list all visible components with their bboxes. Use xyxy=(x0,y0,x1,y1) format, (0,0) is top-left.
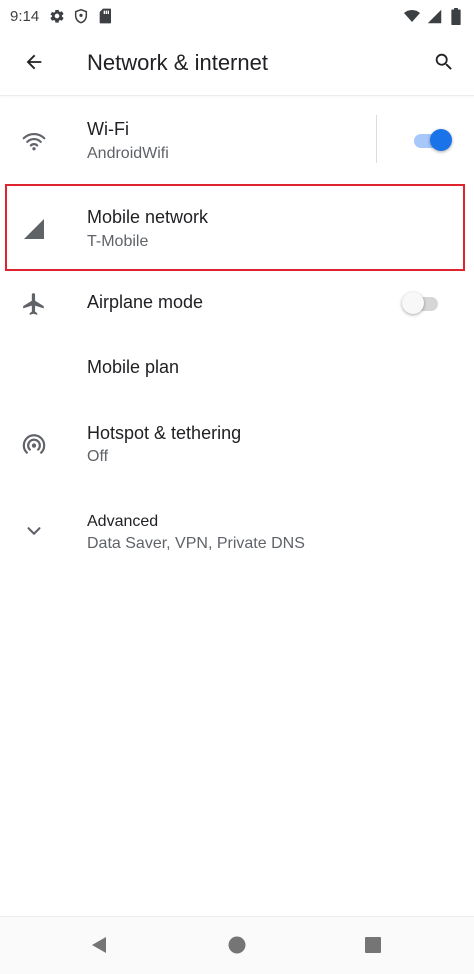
wifi-icon xyxy=(18,125,50,157)
mobile-plan-setting[interactable]: Mobile plan xyxy=(0,337,474,401)
mobile-plan-title: Mobile plan xyxy=(87,357,180,377)
home-circle-icon xyxy=(227,935,247,960)
mobile-network-subtitle: T-Mobile xyxy=(87,233,149,250)
shield-icon xyxy=(73,8,89,24)
arrow-back-icon xyxy=(23,51,45,78)
airplane-mode-title: Airplane mode xyxy=(87,292,204,312)
gear-icon xyxy=(49,8,65,24)
nav-recents-button[interactable] xyxy=(359,933,387,961)
status-left-icons xyxy=(49,8,113,24)
advanced-title: Advanced xyxy=(87,513,159,530)
search-icon xyxy=(433,51,455,78)
nav-home-button[interactable] xyxy=(223,933,251,961)
sd-card-icon xyxy=(97,8,113,24)
chevron-down-icon xyxy=(18,515,50,547)
status-time: 9:14 xyxy=(10,7,40,25)
recents-square-icon xyxy=(363,935,383,960)
hotspot-setting[interactable]: Hotspot & tethering Off xyxy=(0,401,474,485)
cell-signal-icon xyxy=(426,8,442,24)
back-triangle-icon xyxy=(89,935,109,960)
airplane-mode-toggle[interactable] xyxy=(402,291,442,315)
mobile-network-setting[interactable]: Mobile network T-Mobile xyxy=(0,185,474,271)
advanced-subtitle: Data Saver, VPN, Private DNS xyxy=(87,535,305,552)
battery-icon xyxy=(448,7,464,25)
airplane-icon xyxy=(18,288,50,320)
status-bar: 9:14 xyxy=(0,0,474,32)
advanced-setting[interactable]: Advanced Data Saver, VPN, Private DNS xyxy=(0,489,474,573)
navigation-bar xyxy=(0,916,474,974)
hotspot-title: Hotspot & tethering xyxy=(87,423,242,443)
cell-signal-icon xyxy=(18,213,50,245)
hotspot-subtitle: Off xyxy=(87,448,109,465)
status-right-icons xyxy=(404,7,464,25)
mobile-network-title: Mobile network xyxy=(87,207,209,227)
wifi-divider xyxy=(376,115,377,163)
app-bar: Network & internet xyxy=(0,32,474,96)
wifi-signal-icon xyxy=(404,8,420,24)
airplane-toggle-thumb xyxy=(402,292,424,314)
nav-back-button[interactable] xyxy=(85,933,113,961)
wifi-title: Wi-Fi xyxy=(87,119,129,139)
wifi-toggle-thumb xyxy=(430,129,452,151)
airplane-mode-setting[interactable]: Airplane mode xyxy=(0,272,474,336)
back-button[interactable] xyxy=(14,48,54,80)
wifi-toggle[interactable] xyxy=(412,128,452,152)
search-button[interactable] xyxy=(426,46,462,82)
hotspot-icon xyxy=(18,429,50,461)
wifi-subtitle: AndroidWifi xyxy=(87,145,169,162)
page-title: Network & internet xyxy=(87,50,268,75)
